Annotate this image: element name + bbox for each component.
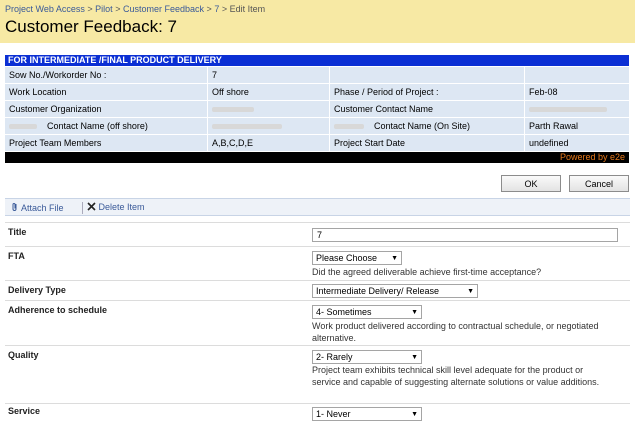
info-label: Sow No./Workorder No : xyxy=(5,67,208,84)
info-value: Parth Rawal xyxy=(525,118,629,135)
breadcrumb-link-item[interactable]: 7 xyxy=(214,4,219,14)
attach-file-button[interactable]: Attach File xyxy=(11,202,64,213)
breadcrumb-link-pwa[interactable]: Project Web Access xyxy=(5,4,85,14)
info-label: Phase / Period of Project : xyxy=(330,84,525,101)
info-row: Contact Name (off shore) Contact Name (O… xyxy=(5,118,629,135)
info-label: Work Location xyxy=(5,84,208,101)
breadcrumb-current: Edit Item xyxy=(229,4,266,14)
adherence-select[interactable]: 4- Sometimes ▼ xyxy=(312,305,422,319)
info-row: Project Team Members A,B,C,D,E Project S… xyxy=(5,135,629,152)
delivery-type-label: Delivery Type xyxy=(8,285,66,295)
dropdown-arrow-icon: ▼ xyxy=(411,354,418,361)
info-label: Contact Name (off shore) xyxy=(5,118,208,135)
fta-select[interactable]: Please Choose ▼ xyxy=(312,251,402,265)
paperclip-icon xyxy=(12,203,17,211)
form-row-adherence: Adherence to schedule 4- Sometimes ▼ Work… xyxy=(5,300,630,346)
ok-button[interactable]: OK xyxy=(501,175,561,192)
service-label: Service xyxy=(8,406,41,416)
info-label: Project Team Members xyxy=(5,135,208,152)
info-value: Feb-08 xyxy=(525,84,629,101)
title-bar: Project Web Access > Pilot > Customer Fe… xyxy=(0,0,635,43)
fta-label: FTA xyxy=(8,251,25,261)
info-label xyxy=(330,67,525,84)
form-row-quality: Quality 2- Rarely ▼ Project team exhibits… xyxy=(5,345,630,404)
quality-description: Project team exhibits technical skill le… xyxy=(312,365,600,387)
quality-label: Quality xyxy=(8,350,39,360)
delete-x-icon xyxy=(87,202,96,211)
toolbar-divider xyxy=(82,202,83,214)
info-value xyxy=(525,67,629,84)
info-value-redacted xyxy=(208,118,330,135)
breadcrumb: Project Web Access > Pilot > Customer Fe… xyxy=(5,4,266,14)
form-row-service: Service 1- Never ▼ xyxy=(5,403,630,421)
service-select[interactable]: 1- Never ▼ xyxy=(312,407,422,421)
dropdown-arrow-icon: ▼ xyxy=(411,411,418,418)
breadcrumb-link-pilot[interactable]: Pilot xyxy=(95,4,113,14)
quality-select[interactable]: 2- Rarely ▼ xyxy=(312,350,422,364)
dropdown-arrow-icon: ▼ xyxy=(391,255,398,262)
info-label: Project Start Date xyxy=(330,135,525,152)
adherence-label: Adherence to schedule xyxy=(8,305,108,315)
info-value: undefined xyxy=(525,135,629,152)
page-title: Customer Feedback: 7 xyxy=(5,17,177,36)
fta-description: Did the agreed deliverable achieve first… xyxy=(312,267,542,277)
info-table-header: FOR INTERMEDIATE /FINAL PRODUCT DELIVERY xyxy=(5,55,629,66)
title-input[interactable]: 7 xyxy=(312,228,618,242)
title-label: Title xyxy=(8,227,27,237)
form-row-fta: FTA Please Choose ▼ Did the agreed delive… xyxy=(5,246,630,281)
info-row: Work Location Off shore Phase / Period o… xyxy=(5,84,629,101)
breadcrumb-link-customer-feedback[interactable]: Customer Feedback xyxy=(123,4,204,14)
delete-item-label: Delete Item xyxy=(98,202,145,212)
info-value-redacted xyxy=(208,101,330,118)
info-label: Customer Contact Name xyxy=(330,101,525,118)
form-row-delivery-type: Delivery Type Intermediate Delivery/ Rel… xyxy=(5,280,630,301)
cancel-button[interactable]: Cancel xyxy=(569,175,629,192)
info-table: Sow No./Workorder No : 7 Work Location O… xyxy=(5,67,629,152)
info-value: 7 xyxy=(208,67,330,84)
info-value: Off shore xyxy=(208,84,330,101)
info-value: A,B,C,D,E xyxy=(208,135,330,152)
powered-by-footer: Powered by e2e xyxy=(5,152,629,163)
attach-file-label: Attach File xyxy=(21,203,64,213)
adherence-description: Work product delivered according to cont… xyxy=(312,321,599,343)
delivery-type-select[interactable]: Intermediate Delivery/ Release ▼ xyxy=(312,284,478,298)
form-row-title: Title 7 xyxy=(5,222,630,247)
info-row: Customer Organization Customer Contact N… xyxy=(5,101,629,118)
dropdown-arrow-icon: ▼ xyxy=(467,288,474,295)
info-value-redacted xyxy=(525,101,629,118)
toolbar: Attach File Delete Item xyxy=(5,198,630,216)
dropdown-arrow-icon: ▼ xyxy=(411,309,418,316)
delete-item-button[interactable]: Delete Item xyxy=(87,202,145,212)
info-label: Customer Organization xyxy=(5,101,208,118)
info-label: Contact Name (On Site) xyxy=(330,118,525,135)
info-row: Sow No./Workorder No : 7 xyxy=(5,67,629,84)
